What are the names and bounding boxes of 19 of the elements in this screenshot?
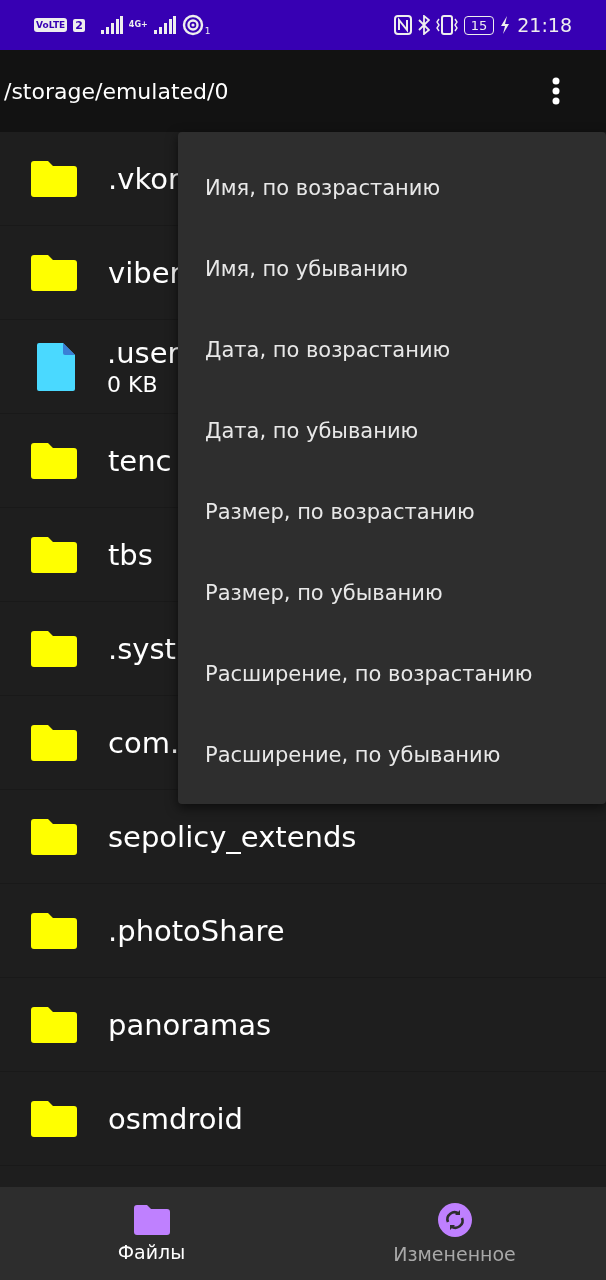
- sim-indicator: 2: [73, 18, 85, 32]
- file-name: .photoShare: [108, 913, 285, 948]
- hotspot-count: 1: [204, 26, 211, 36]
- file-size: 0 KB: [107, 372, 159, 397]
- file-name: .syst: [108, 631, 176, 666]
- file-name: .vkor: [108, 161, 180, 196]
- file-name: sepolicy_extends: [108, 819, 357, 854]
- file-name: viber: [108, 255, 182, 290]
- file-name: com.: [108, 725, 180, 760]
- network-type: 4G+: [128, 20, 148, 30]
- path-title: /storage/emulated/0: [4, 78, 229, 104]
- file-name: .user: [107, 336, 180, 370]
- file-name: tbs: [108, 537, 153, 572]
- file-name: osmdroid: [108, 1101, 243, 1136]
- file-name: tenc: [108, 443, 172, 478]
- volte-indicator: VoLTE: [34, 18, 68, 32]
- battery-indicator: 15: [463, 15, 495, 35]
- clock: 21:18: [517, 14, 572, 36]
- file-name: panoramas: [108, 1007, 272, 1042]
